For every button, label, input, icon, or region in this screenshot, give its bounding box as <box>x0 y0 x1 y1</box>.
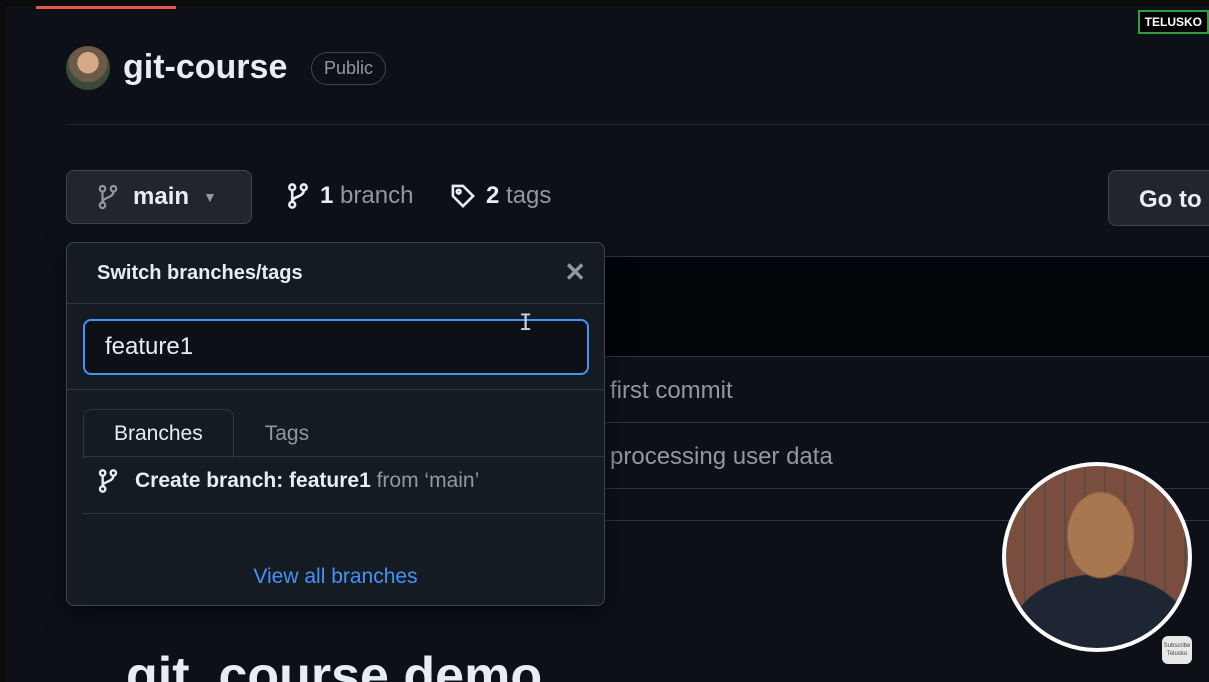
file-row-commit-message[interactable]: first commit <box>604 356 1209 422</box>
text-cursor-icon: I <box>519 311 533 336</box>
chevron-down-icon: ▼ <box>203 189 217 205</box>
tab-underline <box>83 456 604 457</box>
git-branch-icon <box>98 469 118 493</box>
create-branch-source: from ‘main’ <box>376 469 480 492</box>
tag-count: 2 <box>486 182 500 209</box>
header-divider <box>66 124 1209 125</box>
tab-indicator <box>36 6 176 9</box>
latest-commit-bar <box>604 256 1209 357</box>
tab-tags[interactable]: Tags <box>234 409 340 459</box>
tag-count-label: tags <box>506 182 552 209</box>
visibility-badge: Public <box>311 52 387 85</box>
branch-count-link[interactable]: 1 branch <box>286 182 413 210</box>
presenter-webcam <box>1002 462 1192 652</box>
readme-heading: git_course demo <box>126 647 543 682</box>
dropdown-divider <box>83 513 604 514</box>
repo-name[interactable]: git-course <box>123 48 287 87</box>
channel-watermark: TELUSKO <box>1137 10 1209 34</box>
branch-tag-tabs: Branches Tags <box>83 409 340 459</box>
tag-icon <box>451 184 475 208</box>
subscribe-button[interactable]: Subscribe Telusko <box>1162 636 1192 664</box>
close-icon[interactable]: ✕ <box>564 259 586 285</box>
git-branch-icon <box>98 184 118 210</box>
dropdown-header: Switch branches/tags ✕ <box>67 243 604 304</box>
git-branch-icon <box>288 183 308 209</box>
tag-count-link[interactable]: 2 tags <box>450 182 551 210</box>
owner-avatar[interactable] <box>66 46 110 90</box>
branch-count-label: branch <box>340 182 414 209</box>
go-to-file-button[interactable]: Go to <box>1108 170 1209 226</box>
create-branch-item[interactable]: Create branch: feature1 from ‘main’ <box>97 469 479 493</box>
branch-switcher-dropdown: Switch branches/tags ✕ I Branches Tags C… <box>66 242 605 606</box>
view-all-branches-link[interactable]: View all branches <box>67 565 604 589</box>
branch-filter-input[interactable] <box>83 319 589 375</box>
dropdown-title: Switch branches/tags <box>97 261 303 284</box>
current-branch-label: main <box>133 183 190 210</box>
tab-branches[interactable]: Branches <box>83 409 234 459</box>
create-branch-label: Create branch: feature1 <box>135 469 371 492</box>
dropdown-divider <box>67 389 604 390</box>
branch-select-button[interactable]: main ▼ <box>66 170 252 224</box>
branch-count: 1 <box>320 182 334 209</box>
